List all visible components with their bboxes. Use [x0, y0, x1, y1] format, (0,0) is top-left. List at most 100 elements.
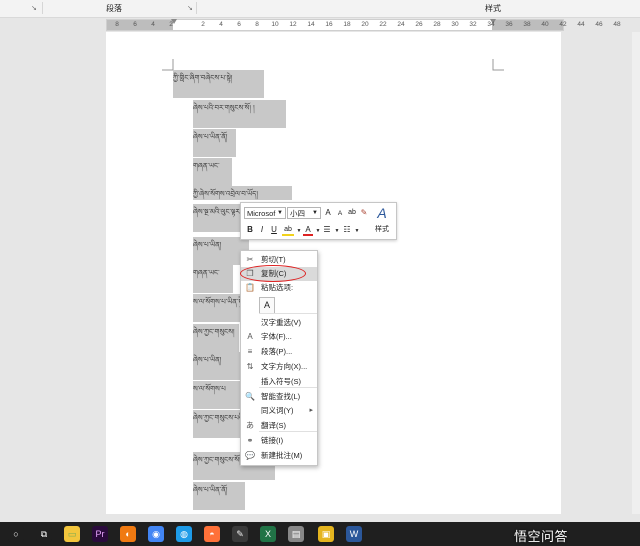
scissors-icon: ✂: [246, 255, 254, 264]
ruler-tick-label: 10: [271, 21, 279, 28]
chevron-down-icon[interactable]: ▼: [334, 226, 340, 236]
ruler-tick-label: 34: [487, 21, 495, 28]
context-menu-item-label: 智能查找(L): [261, 392, 301, 401]
document-text-line[interactable]: གཞན་ཡང་: [193, 159, 232, 174]
document-text-line[interactable]: གཞན་ཡང་: [193, 266, 233, 281]
task-view-icon[interactable]: ⧉: [36, 526, 52, 542]
styles-gallery-icon[interactable]: A: [373, 205, 391, 221]
document-text-line[interactable]: ཞེས་ཀྱང་གསུངས།: [193, 325, 239, 340]
styles-group-label: 样式: [485, 4, 501, 13]
format-painter-icon[interactable]: ab: [347, 208, 357, 218]
ruler-tick-label: 4: [151, 21, 155, 28]
document-page[interactable]: ཀྱི་གླིང་ཞིག་བཞེངས་པ་སྟེ། ཞེས་པའི་བར་གསུང…: [106, 32, 561, 514]
chevron-down-icon[interactable]: ▼: [310, 208, 320, 218]
context-menu-item[interactable]: ⇅ 文字方向(X)...: [241, 360, 317, 374]
vertical-scrollbar[interactable]: [632, 32, 640, 514]
styles-label[interactable]: 样式: [371, 225, 393, 235]
ruler-tick-label: 40: [541, 21, 549, 28]
context-menu-item[interactable]: 🔍 智能查找(L): [241, 390, 317, 404]
chevron-down-icon[interactable]: ▼: [354, 226, 360, 236]
chevron-down-icon[interactable]: ▼: [275, 208, 285, 218]
mini-toolbar: Microsof ▼ 小四 ▼ A A ab ✎ B I U ab ▼ A ▼ …: [240, 202, 397, 240]
context-menu-item-label: 粘贴选项:: [261, 283, 294, 292]
numbering-icon[interactable]: ☷: [341, 225, 353, 235]
font-color-button[interactable]: A: [303, 225, 313, 236]
context-menu-item[interactable]: 📋 粘贴选项:: [241, 281, 317, 295]
ruler-tick-label: 32: [469, 21, 477, 28]
ruler-tick-label: 6: [237, 21, 241, 28]
document-text-line[interactable]: ཞེས་པའི་བར་གསུངས་སོ། །: [193, 101, 286, 116]
app-gray-icon[interactable]: ▤: [288, 526, 304, 542]
context-menu-item[interactable]: ≡ 段落(P)...: [241, 345, 317, 359]
paste-keep-text-only-button[interactable]: A: [259, 297, 275, 314]
ruler-tick-label: 30: [451, 21, 459, 28]
blank-icon: [245, 318, 255, 328]
ruler-tick-label: 8: [255, 21, 259, 28]
ruler-tick-label: 18: [343, 21, 351, 28]
menu-separator: [259, 431, 317, 432]
context-menu-item-label: 文字方向(X)...: [261, 362, 308, 371]
firefox-icon[interactable]: ◓: [204, 526, 220, 542]
paragraph-group-label: 段落: [106, 4, 122, 13]
ruler-tick-label: 2: [169, 21, 173, 28]
ribbon-group-strip: ↘ 段落 ↘ 样式: [0, 0, 640, 18]
ribbon-separator: [42, 2, 43, 14]
highlight-color-icon[interactable]: ab: [282, 225, 294, 236]
underline-button[interactable]: U: [269, 225, 279, 235]
app-yellow-icon[interactable]: ▣: [318, 526, 334, 542]
ruler-tick-label: 36: [505, 21, 513, 28]
ruler-tick-label: 4: [219, 21, 223, 28]
document-text-line[interactable]: ས་ལ་སོགས་པ་ཡིན་ཏེ།: [193, 295, 241, 310]
ruler-tick-label: 8: [115, 21, 119, 28]
context-menu-item-label: 字体(F)...: [261, 332, 292, 341]
ruler-tick-label: 16: [325, 21, 333, 28]
document-text-line[interactable]: ས་ལ་སོགས་པ: [193, 382, 247, 397]
context-menu-item[interactable]: ⚭ 链接(I): [241, 434, 317, 448]
margin-corner-mark: [492, 59, 504, 71]
font-dialog-launcher-icon[interactable]: ↘: [31, 4, 37, 12]
premiere-icon[interactable]: Pr: [92, 526, 108, 542]
start-icon[interactable]: ○: [8, 526, 24, 542]
context-menu-item[interactable]: A 字体(F)...: [241, 330, 317, 344]
chevron-down-icon[interactable]: ▼: [296, 226, 302, 236]
submenu-arrow-icon: ▸: [309, 407, 313, 414]
app-pen-icon[interactable]: ✎: [232, 526, 248, 542]
font-icon: A: [247, 332, 253, 341]
ruler-tick-label: 22: [379, 21, 387, 28]
ruler-tick-label: 12: [289, 21, 297, 28]
app-orange-icon[interactable]: ◐: [120, 526, 136, 542]
context-menu-item[interactable]: 汉字重选(V): [241, 316, 317, 330]
document-text-line[interactable]: ཀྱི་ཞེས་སོགས་འབྲེལ་བ་ཡོད།: [193, 187, 292, 202]
bold-button[interactable]: B: [245, 225, 255, 235]
italic-button[interactable]: I: [257, 225, 267, 235]
style-paint-icon[interactable]: ✎: [359, 208, 369, 218]
shrink-font-button[interactable]: A: [335, 209, 345, 219]
context-menu-item-label: 同义词(Y): [261, 406, 294, 415]
ruler-tick-label: 42: [559, 21, 567, 28]
word-icon[interactable]: W: [346, 526, 362, 542]
file-explorer-icon[interactable]: ▭: [64, 526, 80, 542]
ruler-tick-label: 46: [595, 21, 603, 28]
paragraph-dialog-launcher-icon[interactable]: ↘: [187, 4, 193, 12]
chrome-icon[interactable]: ◉: [148, 526, 164, 542]
paragraph-icon: ≡: [247, 347, 253, 356]
document-text-line[interactable]: ཞེས་པ་ཡིན་ནོ།: [193, 130, 236, 145]
ruler-tick-label: 2: [201, 21, 205, 28]
document-text-line[interactable]: ཞེས་པ་ཡིན་ནོ།: [193, 483, 245, 498]
excel-icon[interactable]: X: [260, 526, 276, 542]
search-icon: 🔍: [245, 392, 255, 401]
ruler-tick-label: 28: [433, 21, 441, 28]
document-text-line[interactable]: ཀྱི་གླིང་ཞིག་བཞེངས་པ་སྟེ།: [173, 71, 264, 86]
ruler-tick-label: 38: [523, 21, 531, 28]
ribbon-separator: [196, 2, 197, 14]
horizontal-ruler[interactable]: 8 6 4 2 2 4 6 8 10 12 14 16 18 20 22 24 26 28 30 32 34 36 38 40…: [106, 19, 621, 31]
ruler-tick-label: 26: [415, 21, 423, 28]
bullets-icon[interactable]: ☰: [321, 225, 333, 235]
grow-font-button[interactable]: A: [323, 208, 333, 218]
context-menu-item[interactable]: 💬 新建批注(M): [241, 449, 317, 463]
ruler-tick-label: 44: [577, 21, 585, 28]
context-menu-item-label: 汉字重选(V): [261, 318, 301, 327]
context-menu-item[interactable]: 同义词(Y) ▸: [241, 404, 317, 418]
ruler-tick-label: 24: [397, 21, 405, 28]
app-blue-icon[interactable]: ◍: [176, 526, 192, 542]
